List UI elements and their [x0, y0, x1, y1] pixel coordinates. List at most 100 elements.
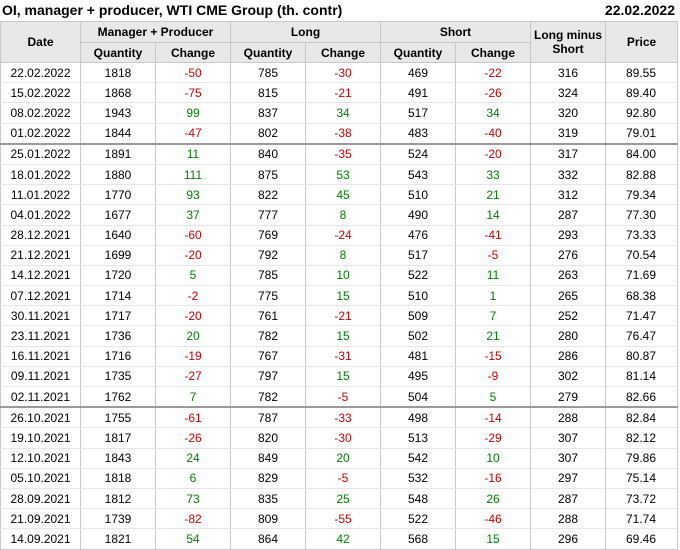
- table-body: 22.02.2022 1818 -50 785 -30 469 -22 316 89.55 15.…: [0, 62, 679, 550]
- long-quantity-cell: 797: [230, 366, 306, 388]
- mp-quantity-cell: 1735: [80, 366, 156, 388]
- price-cell: 71.47: [605, 305, 679, 327]
- table-row: 11.01.2022 1770 93 822 45 510 21 312 79.34: [0, 184, 679, 206]
- price-cell: 73.72: [605, 488, 679, 510]
- mp-change-cell: -19: [155, 346, 231, 367]
- short-change-cell: 11: [455, 265, 532, 287]
- table-row: 25.01.2022 1891 11 840 -35 524 -20 317 84.00: [0, 142, 679, 165]
- long-quantity-cell: 809: [230, 508, 306, 530]
- date-cell: 28.12.2021: [0, 225, 81, 246]
- long-change-cell: -21: [304, 305, 382, 327]
- table-row: 07.12.2021 1714 -2 775 15 510 1 265 68.38: [0, 285, 679, 307]
- price-cell: 76.47: [605, 325, 679, 347]
- table-row: 14.09.2021 1821 54 864 42 568 15 296 69.46: [0, 528, 679, 550]
- mp-change-cell: 93: [155, 184, 231, 206]
- table-row: 09.11.2021 1735 -27 797 15 495 -9 302 81.14: [0, 366, 679, 388]
- price-cell: 75.14: [605, 468, 679, 489]
- short-quantity-cell: 513: [380, 427, 457, 449]
- short-quantity-cell: 504: [380, 386, 457, 408]
- table-row: 05.10.2021 1818 6 829 -5 532 -16 297 75.14: [0, 468, 679, 489]
- mp-quantity-cell: 1716: [80, 346, 156, 367]
- price-cell: 79.01: [605, 123, 679, 145]
- long-change-cell: 45: [304, 184, 382, 206]
- long-change-cell: 34: [304, 102, 382, 124]
- short-change-cell: -20: [455, 142, 532, 165]
- mp-quantity-cell: 1891: [80, 142, 156, 165]
- short-quantity-cell: 522: [380, 508, 457, 530]
- table-header: Date Manager + Producer Long Short Long …: [0, 21, 679, 63]
- short-quantity-cell: 483: [380, 123, 457, 145]
- mp-change-cell: -61: [155, 406, 231, 429]
- date-cell: 09.11.2021: [0, 366, 81, 388]
- table-row: 18.01.2022 1880 111 875 53 543 33 332 82.88: [0, 164, 679, 186]
- long-quantity-cell: 829: [230, 468, 306, 489]
- long-minus-short-cell: 316: [530, 62, 607, 84]
- table-row: 16.11.2021 1716 -19 767 -31 481 -15 286 80.87: [0, 346, 679, 367]
- long-quantity-cell: 822: [230, 184, 306, 206]
- short-quantity-cell: 509: [380, 305, 457, 327]
- short-change-cell: 21: [455, 184, 532, 206]
- mp-quantity-cell: 1755: [80, 406, 156, 429]
- long-change-cell: -21: [304, 82, 382, 104]
- short-quantity-cell: 548: [380, 488, 457, 510]
- long-quantity-cell: 864: [230, 528, 306, 550]
- date-cell: 21.12.2021: [0, 245, 81, 266]
- table-row: 01.02.2022 1844 -47 802 -38 483 -40 319 79.01: [0, 123, 679, 145]
- date-cell: 02.11.2021: [0, 386, 81, 408]
- short-change-cell: -16: [455, 468, 532, 489]
- mp-change-cell: -27: [155, 366, 231, 388]
- long-change-cell: -35: [304, 142, 382, 165]
- mp-change-cell: -60: [155, 225, 231, 246]
- long-change-cell: -30: [304, 62, 382, 84]
- price-cell: 70.54: [605, 245, 679, 266]
- col-price-header: Price: [605, 21, 679, 63]
- short-quantity-cell: 532: [380, 468, 457, 489]
- date-cell: 01.02.2022: [0, 123, 81, 145]
- long-quantity-cell: 875: [230, 164, 306, 186]
- report-date: 22.02.2022: [604, 2, 675, 18]
- mp-change-cell: -20: [155, 245, 231, 266]
- long-change-cell: -31: [304, 346, 382, 367]
- long-quantity-cell: 787: [230, 406, 306, 429]
- date-cell: 22.02.2022: [0, 62, 81, 84]
- lms-header-line1: Long minus: [534, 28, 603, 42]
- mp-change-cell: 111: [155, 164, 231, 186]
- long-quantity-cell: 775: [230, 285, 306, 307]
- col-manager-producer-header: Manager + Producer: [80, 21, 231, 43]
- price-cell: 82.84: [605, 406, 679, 429]
- long-change-cell: 42: [304, 528, 382, 550]
- lms-header-line2: Short: [552, 42, 584, 56]
- table-row: 19.10.2021 1817 -26 820 -30 513 -29 307 82.12: [0, 427, 679, 449]
- long-minus-short-cell: 263: [530, 265, 607, 287]
- mp-change-cell: -20: [155, 305, 231, 327]
- short-quantity-cell: 510: [380, 285, 457, 307]
- long-quantity-header: Quantity: [230, 42, 306, 63]
- long-change-cell: -5: [304, 468, 382, 489]
- date-cell: 04.01.2022: [0, 204, 81, 226]
- date-cell: 12.10.2021: [0, 448, 81, 469]
- long-quantity-cell: 767: [230, 346, 306, 367]
- mp-quantity-cell: 1943: [80, 102, 156, 124]
- long-change-cell: -33: [304, 406, 382, 429]
- long-change-cell: 15: [304, 366, 382, 388]
- long-minus-short-cell: 297: [530, 468, 607, 489]
- table-row: 02.11.2021 1762 7 782 -5 504 5 279 82.66: [0, 386, 679, 408]
- short-quantity-cell: 490: [380, 204, 457, 226]
- long-quantity-cell: 837: [230, 102, 306, 124]
- long-minus-short-cell: 287: [530, 488, 607, 510]
- price-cell: 79.34: [605, 184, 679, 206]
- short-change-cell: 7: [455, 305, 532, 327]
- table-row: 12.10.2021 1843 24 849 20 542 10 307 79.86: [0, 448, 679, 469]
- mp-quantity-cell: 1736: [80, 325, 156, 347]
- table-row: 22.02.2022 1818 -50 785 -30 469 -22 316 89.55: [0, 62, 679, 84]
- mp-change-cell: -26: [155, 427, 231, 449]
- price-cell: 71.69: [605, 265, 679, 287]
- date-cell: 15.02.2022: [0, 82, 81, 104]
- mp-change-cell: -82: [155, 508, 231, 530]
- short-quantity-header: Quantity: [380, 42, 457, 63]
- report-title: OI, manager + producer, WTI CME Group (t…: [2, 2, 343, 18]
- short-change-cell: -41: [455, 225, 532, 246]
- price-cell: 82.88: [605, 164, 679, 186]
- long-minus-short-cell: 317: [530, 142, 607, 165]
- date-cell: 07.12.2021: [0, 285, 81, 307]
